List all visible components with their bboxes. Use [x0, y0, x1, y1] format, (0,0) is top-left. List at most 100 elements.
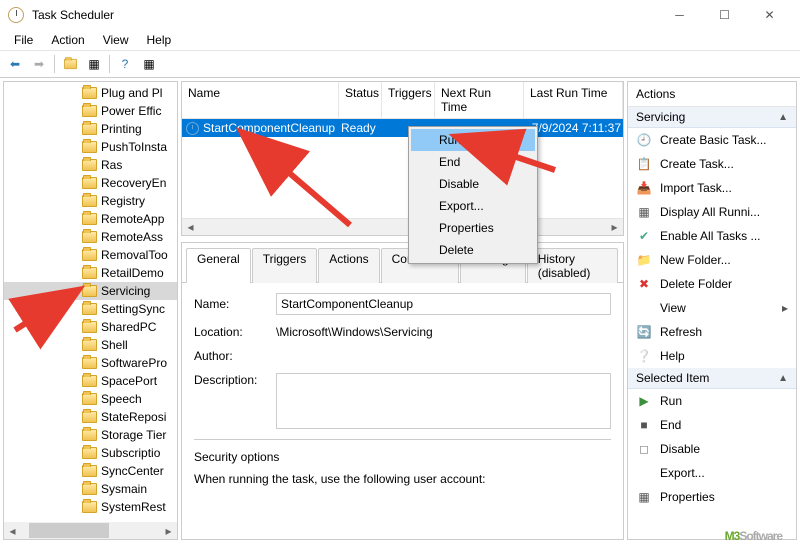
folder-up-button[interactable] — [59, 53, 81, 75]
forward-button[interactable]: ➡ — [28, 53, 50, 75]
col-next[interactable]: Next Run Time — [435, 82, 524, 118]
action-import-task[interactable]: 📥Import Task... — [628, 176, 796, 200]
tree-scrollbar[interactable]: ◂ ▸ — [4, 522, 177, 539]
tree-item-remoteass[interactable]: RemoteAss — [4, 228, 177, 246]
tree-item-plug-and-pl[interactable]: Plug and Pl — [4, 84, 177, 102]
tree-item-sysmain[interactable]: Sysmain — [4, 480, 177, 498]
tree-item-speech[interactable]: Speech — [4, 390, 177, 408]
menu-help[interactable]: Help — [139, 31, 180, 49]
tree-item-systemrest[interactable]: SystemRest — [4, 498, 177, 516]
action-export[interactable]: Export... — [628, 461, 796, 485]
tree-item-label: Sysmain — [101, 482, 147, 496]
tree-item-settingsync[interactable]: SettingSync — [4, 300, 177, 318]
tree-panel[interactable]: Plug and Pl Power EfficPrintingPushToInst… — [3, 81, 178, 540]
action-disable[interactable]: ◻Disable — [628, 437, 796, 461]
action-new-folder[interactable]: 📁New Folder... — [628, 248, 796, 272]
action-display-all-runni[interactable]: ▦Display All Runni... — [628, 200, 796, 224]
center-panel: Name Status Triggers Next Run Time Last … — [181, 81, 624, 540]
ctx-run[interactable]: Run — [411, 129, 535, 151]
action-icon: 🔄 — [636, 324, 652, 340]
minimize-button[interactable]: ─ — [657, 1, 702, 29]
tree-item-removaltoo[interactable]: RemovalToo — [4, 246, 177, 264]
folder-icon — [82, 429, 97, 441]
folder-icon — [82, 231, 97, 243]
task-row[interactable]: StartComponentCleanup Ready 7/9/2024 7:1… — [182, 119, 623, 137]
row-status: Ready — [341, 121, 384, 135]
scroll-right-icon[interactable]: ▸ — [606, 219, 623, 236]
list-scrollbar[interactable]: ◂ ▸ — [182, 218, 623, 235]
tree-item-label: Plug and Pl — [101, 86, 162, 100]
actions-group-servicing[interactable]: Servicing ▲ — [628, 107, 796, 128]
tree-item-pushtoinsta[interactable]: PushToInsta — [4, 138, 177, 156]
tab-history[interactable]: History (disabled) — [527, 248, 618, 283]
tree-item-storage-tier[interactable]: Storage Tier — [4, 426, 177, 444]
tree-item-label: SpacePort — [101, 374, 157, 388]
menu-action[interactable]: Action — [43, 31, 92, 49]
tab-triggers[interactable]: Triggers — [252, 248, 318, 283]
tree-item-subscriptio[interactable]: Subscriptio — [4, 444, 177, 462]
name-label: Name: — [194, 297, 276, 311]
close-button[interactable]: ✕ — [747, 1, 792, 29]
collapse-icon[interactable]: ▲ — [778, 373, 788, 384]
scroll-left-icon[interactable]: ◂ — [182, 219, 199, 236]
scroll-right-icon[interactable]: ▸ — [160, 522, 177, 539]
tree-item-power-effic[interactable]: Power Effic — [4, 102, 177, 120]
action-help[interactable]: ❔Help — [628, 344, 796, 368]
maximize-button[interactable]: ☐ — [702, 1, 747, 29]
collapse-icon[interactable]: ▲ — [778, 112, 788, 123]
tree-item-statereposi[interactable]: StateReposi — [4, 408, 177, 426]
view-button[interactable]: ▦ — [138, 53, 160, 75]
tab-actions[interactable]: Actions — [318, 248, 379, 283]
tree-item-label: Servicing — [101, 284, 150, 298]
tree-item-retaildemo[interactable]: RetailDemo — [4, 264, 177, 282]
tree-item-recoveryen[interactable]: RecoveryEn — [4, 174, 177, 192]
actions-group-selected[interactable]: Selected Item ▲ — [628, 368, 796, 389]
action-view[interactable]: View▸ — [628, 296, 796, 320]
ctx-end[interactable]: End — [411, 151, 535, 173]
menu-view[interactable]: View — [95, 31, 137, 49]
tree-item-softwarepro[interactable]: SoftwarePro — [4, 354, 177, 372]
folder-icon — [82, 393, 97, 405]
ctx-properties[interactable]: Properties — [411, 217, 535, 239]
action-icon: 📋 — [636, 156, 652, 172]
column-headers: Name Status Triggers Next Run Time Last … — [182, 82, 623, 119]
ctx-delete[interactable]: Delete — [411, 239, 535, 261]
action-run[interactable]: ▶Run — [628, 389, 796, 413]
col-status[interactable]: Status — [339, 82, 382, 118]
action-create-task[interactable]: 📋Create Task... — [628, 152, 796, 176]
back-button[interactable]: ⬅ — [4, 53, 26, 75]
tree-item-servicing[interactable]: Servicing — [4, 282, 177, 300]
action-label: Create Basic Task... — [660, 133, 767, 147]
tree-item-synccenter[interactable]: SyncCenter — [4, 462, 177, 480]
description-field[interactable] — [276, 373, 611, 429]
menu-file[interactable]: File — [6, 31, 41, 49]
name-field[interactable]: StartComponentCleanup — [276, 293, 611, 315]
tab-general[interactable]: General — [186, 248, 251, 283]
action-end[interactable]: ■End — [628, 413, 796, 437]
col-name[interactable]: Name — [182, 82, 339, 118]
tree-item-printing[interactable]: Printing — [4, 120, 177, 138]
action-label: Help — [660, 349, 685, 363]
folder-icon — [82, 123, 97, 135]
ctx-disable[interactable]: Disable — [411, 173, 535, 195]
scroll-left-icon[interactable]: ◂ — [4, 522, 21, 539]
action-enable-all-tasks[interactable]: ✔Enable All Tasks ... — [628, 224, 796, 248]
scroll-thumb[interactable] — [29, 523, 109, 538]
tree-item-remoteapp[interactable]: RemoteApp — [4, 210, 177, 228]
tree-item-label: SystemRest — [101, 500, 166, 514]
tree-item-shell[interactable]: Shell — [4, 336, 177, 354]
help-button[interactable]: ? — [114, 53, 136, 75]
action-properties[interactable]: ▦Properties — [628, 485, 796, 509]
action-delete-folder[interactable]: ✖Delete Folder — [628, 272, 796, 296]
folder-icon — [82, 267, 97, 279]
tree-item-registry[interactable]: Registry — [4, 192, 177, 210]
properties-button[interactable]: ▦ — [83, 53, 105, 75]
tree-item-ras[interactable]: Ras — [4, 156, 177, 174]
col-triggers[interactable]: Triggers — [382, 82, 435, 118]
col-last[interactable]: Last Run Time — [524, 82, 623, 118]
action-create-basic-task[interactable]: 🕘Create Basic Task... — [628, 128, 796, 152]
ctx-export[interactable]: Export... — [411, 195, 535, 217]
tree-item-spaceport[interactable]: SpacePort — [4, 372, 177, 390]
action-refresh[interactable]: 🔄Refresh — [628, 320, 796, 344]
tree-item-sharedpc[interactable]: SharedPC — [4, 318, 177, 336]
